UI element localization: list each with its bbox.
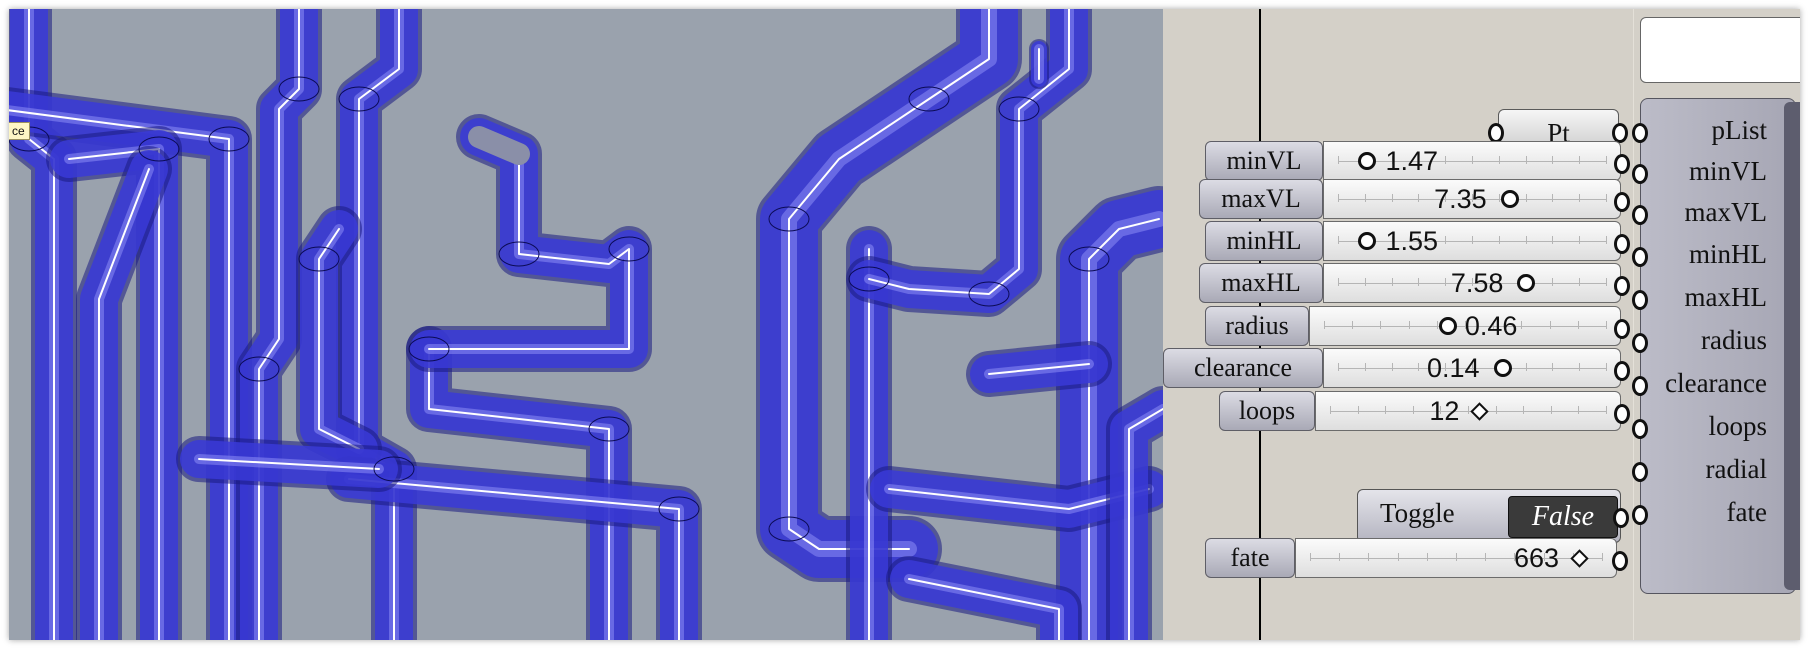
slider-loops[interactable]: loops 12	[1163, 389, 1630, 433]
slider-knob[interactable]	[1500, 190, 1519, 208]
input-param-maxVL: maxVL	[1684, 197, 1767, 227]
slider-value-wrap: 1.47	[1357, 142, 1439, 180]
fate-slider-knob[interactable]	[1570, 548, 1589, 568]
input-port-minVL[interactable]	[1632, 164, 1648, 184]
input-port-pList[interactable]	[1632, 123, 1648, 143]
slider-track[interactable]: 1.47	[1323, 141, 1621, 181]
slider-radius[interactable]: radius 0.46	[1163, 304, 1630, 348]
slider-minHL[interactable]: minHL 1.55	[1163, 219, 1630, 263]
slider-output-port[interactable]	[1614, 192, 1630, 212]
input-param-maxHL: maxHL	[1684, 282, 1767, 312]
input-port-radial[interactable]	[1632, 462, 1648, 482]
boolean-toggle[interactable]: Toggle False	[1357, 489, 1629, 543]
fate-slider-value: 663	[1513, 542, 1559, 573]
fate-slider-label: fate	[1205, 538, 1295, 578]
slider-knob[interactable]	[1493, 359, 1512, 377]
slider-value: 12	[1429, 395, 1460, 426]
slider-knob[interactable]	[1357, 152, 1376, 170]
input-param-loops: loops	[1708, 411, 1767, 441]
slider-label: radius	[1205, 306, 1309, 346]
slider-track[interactable]: 12	[1315, 391, 1621, 431]
fate-slider-track[interactable]: 663	[1295, 538, 1617, 578]
slider-value: 1.55	[1385, 225, 1439, 256]
input-port-radius[interactable]	[1632, 333, 1648, 353]
pipe-stub	[468, 126, 530, 165]
slider-maxVL[interactable]: maxVL 7.35	[1163, 177, 1630, 221]
slider-label: minHL	[1205, 221, 1323, 261]
slider-value: 0.14	[1427, 352, 1480, 383]
input-port-minHL[interactable]	[1632, 247, 1648, 267]
slider-value: 0.46	[1464, 310, 1518, 341]
slider-track[interactable]: 1.55	[1323, 221, 1621, 261]
input-param-clearance: clearance	[1665, 368, 1767, 398]
slider-label: maxVL	[1199, 179, 1323, 219]
slider-output-port[interactable]	[1614, 404, 1630, 424]
input-param-pList: pList	[1711, 115, 1767, 145]
slider-output-port[interactable]	[1614, 234, 1630, 254]
slider-track[interactable]: 7.58	[1323, 263, 1621, 303]
slider-value: 1.47	[1385, 145, 1439, 176]
slider-track[interactable]: 7.35	[1323, 179, 1621, 219]
slider-value-wrap: 12	[1429, 392, 1490, 430]
slider-value-wrap: 0.14	[1427, 349, 1512, 387]
grasshopper-canvas[interactable]: Pt minVL 1.47 maxVL 7.35 minHL 1.55 maxHL 7.58 r…	[1163, 9, 1800, 640]
slider-knob[interactable]	[1517, 274, 1536, 292]
slider-output-port[interactable]	[1614, 361, 1630, 381]
slider-knob[interactable]	[1357, 232, 1376, 250]
slider-output-port[interactable]	[1614, 276, 1630, 296]
slider-track[interactable]: 0.46	[1309, 306, 1621, 346]
slider-label: minVL	[1205, 141, 1323, 181]
input-param-radius: radius	[1701, 325, 1767, 355]
slider-knob[interactable]	[1470, 401, 1490, 421]
fate-output-port[interactable]	[1612, 551, 1628, 571]
input-port-maxVL[interactable]	[1632, 205, 1648, 225]
input-param-fate: fate	[1726, 497, 1767, 527]
slider-output-port[interactable]	[1614, 319, 1630, 339]
slider-label: loops	[1219, 391, 1315, 431]
rhino-viewport[interactable]: ce	[9, 9, 1163, 640]
canvas-grid-line	[1633, 9, 1634, 640]
toggle-value-button[interactable]: False	[1508, 496, 1618, 538]
input-port-fate[interactable]	[1632, 505, 1648, 525]
panel-component[interactable]	[1640, 17, 1800, 83]
input-port-loops[interactable]	[1632, 419, 1648, 439]
toggle-output-port[interactable]	[1613, 508, 1629, 528]
slider-clearance[interactable]: clearance 0.14	[1163, 346, 1630, 390]
input-param-minHL: minHL	[1689, 239, 1767, 269]
input-param-minVL: minVL	[1689, 156, 1767, 186]
slider-label: maxHL	[1199, 263, 1323, 303]
toggle-label: Toggle	[1380, 498, 1455, 528]
slider-value-wrap: 7.35	[1434, 180, 1519, 218]
viewport-tooltip: ce	[9, 122, 30, 140]
component-body-edge	[1784, 102, 1800, 590]
pipe-body	[1110, 390, 1163, 640]
app-window: ce Pt minVL 1.47 maxVL 7.35 minHL 1.55 maxHL 7.…	[9, 9, 1800, 640]
input-port-clearance[interactable]	[1632, 376, 1648, 396]
slider-knob[interactable]	[1438, 317, 1457, 335]
pipe-generator-component[interactable]: pList minVL maxVL minHL maxHL radius clearance…	[1632, 98, 1796, 594]
fate-slider[interactable]: fate 663	[1205, 536, 1628, 580]
slider-value-wrap: 1.55	[1357, 222, 1439, 260]
slider-label: clearance	[1163, 348, 1323, 388]
slider-output-port[interactable]	[1614, 154, 1630, 174]
slider-value: 7.35	[1434, 183, 1487, 214]
pipe-network-render	[9, 9, 1163, 640]
slider-value: 7.58	[1450, 267, 1504, 298]
slider-maxHL[interactable]: maxHL 7.58	[1163, 261, 1630, 305]
slider-track[interactable]: 0.14	[1323, 348, 1621, 388]
slider-value-wrap: 0.46	[1438, 307, 1518, 345]
fate-slider-value-wrap: 663	[1513, 539, 1589, 577]
slider-value-wrap: 7.58	[1451, 264, 1536, 302]
input-param-radial: radial	[1705, 454, 1767, 484]
input-port-maxHL[interactable]	[1632, 290, 1648, 310]
